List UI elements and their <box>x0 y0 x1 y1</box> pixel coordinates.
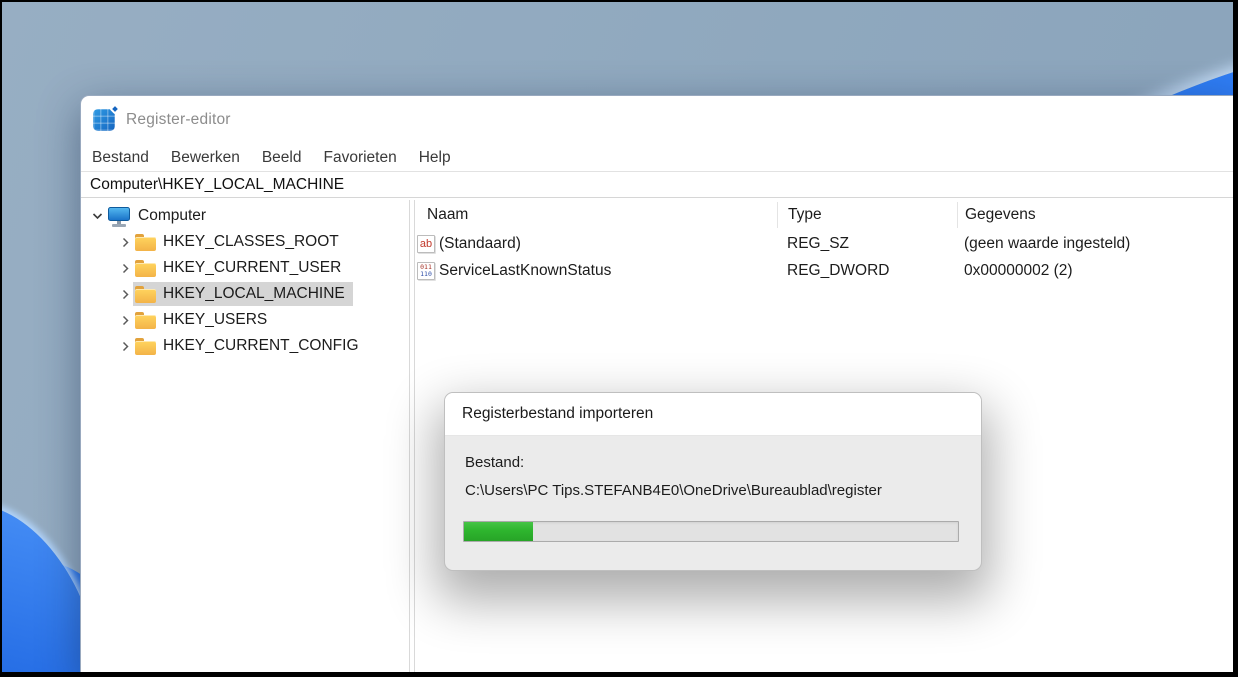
window-title: Register-editor <box>126 111 231 129</box>
dword-value-icon: 011 110 <box>417 262 435 280</box>
column-header-naam[interactable]: Naam <box>415 206 777 224</box>
tree-node-hkey-current-config[interactable]: HKEY_CURRENT_CONFIG <box>81 333 409 359</box>
dialog-title-bar[interactable]: Registerbestand importeren <box>445 393 981 436</box>
value-name: (Standaard) <box>439 235 521 253</box>
value-row-servicelastknownstatus[interactable]: 011 110 ServiceLastKnownStatus REG_DWORD… <box>415 257 1233 284</box>
tree-node-label: HKEY_LOCAL_MACHINE <box>163 285 345 303</box>
value-row-standaard[interactable]: ab (Standaard) REG_SZ (geen waarde inges… <box>415 230 1233 257</box>
tree-node-hkey-current-user[interactable]: HKEY_CURRENT_USER <box>81 255 409 281</box>
tree-node-label: HKEY_CLASSES_ROOT <box>163 233 339 251</box>
value-data: 0x00000002 (2) <box>957 258 1233 284</box>
menu-beeld[interactable]: Beeld <box>262 149 302 167</box>
registry-editor-window: Register-editor Bestand Bewerken Beeld F… <box>80 95 1233 672</box>
chevron-right-icon[interactable] <box>117 237 133 248</box>
value-data: (geen waarde ingesteld) <box>957 231 1233 257</box>
chevron-right-icon[interactable] <box>117 341 133 352</box>
tree-node-hkey-classes-root[interactable]: HKEY_CLASSES_ROOT <box>81 229 409 255</box>
list-header: Naam Type Gegevens <box>415 200 1233 230</box>
tree-node-label: Computer <box>138 207 206 225</box>
menu-favorieten[interactable]: Favorieten <box>323 149 396 167</box>
menu-bar: Bestand Bewerken Beeld Favorieten Help <box>81 144 1233 171</box>
menu-bestand[interactable]: Bestand <box>92 149 149 167</box>
tree-node-hkey-users[interactable]: HKEY_USERS <box>81 307 409 333</box>
computer-icon <box>107 206 131 227</box>
folder-icon <box>135 260 156 277</box>
tree-node-hkey-local-machine[interactable]: HKEY_LOCAL_MACHINE <box>81 281 409 307</box>
chevron-right-icon[interactable] <box>117 315 133 326</box>
folder-icon <box>135 312 156 329</box>
chevron-right-icon[interactable] <box>117 289 133 300</box>
desktop-wallpaper: Register-editor Bestand Bewerken Beeld F… <box>2 2 1233 672</box>
string-value-icon: ab <box>417 235 435 253</box>
file-label: Bestand: <box>465 454 524 471</box>
progress-bar-fill <box>464 522 533 541</box>
folder-icon <box>135 338 156 355</box>
tree-node-label: HKEY_CURRENT_USER <box>163 259 341 277</box>
value-type: REG_SZ <box>777 231 957 257</box>
file-path: C:\Users\PC Tips.STEFANB4E0\OneDrive\Bur… <box>465 482 882 499</box>
folder-icon <box>135 286 156 303</box>
column-header-gegevens[interactable]: Gegevens <box>957 202 1233 228</box>
address-path: Computer\HKEY_LOCAL_MACHINE <box>90 176 344 194</box>
import-progress-dialog: Registerbestand importeren Bestand: C:\U… <box>444 392 982 571</box>
column-header-type[interactable]: Type <box>777 202 957 228</box>
chevron-right-icon[interactable] <box>117 263 133 274</box>
chevron-down-icon[interactable] <box>89 212 105 220</box>
menu-bewerken[interactable]: Bewerken <box>171 149 240 167</box>
tree-node-label: HKEY_USERS <box>163 311 267 329</box>
sparkle-icon <box>109 103 120 114</box>
address-bar[interactable]: Computer\HKEY_LOCAL_MACHINE <box>81 171 1233 198</box>
registry-tree-pane: Computer HKEY_CLASSES_ROOT <box>81 200 409 672</box>
folder-icon <box>135 234 156 251</box>
value-name: ServiceLastKnownStatus <box>439 262 611 280</box>
tree-node-label: HKEY_CURRENT_CONFIG <box>163 337 359 355</box>
value-type: REG_DWORD <box>777 258 957 284</box>
menu-help[interactable]: Help <box>419 149 451 167</box>
progress-bar <box>463 521 959 542</box>
title-bar[interactable]: Register-editor <box>81 96 1233 144</box>
selected-tree-node[interactable]: HKEY_LOCAL_MACHINE <box>133 282 353 306</box>
regedit-app-icon <box>93 109 115 131</box>
dialog-body: Bestand: C:\Users\PC Tips.STEFANB4E0\One… <box>445 436 981 571</box>
tree-node-computer[interactable]: Computer <box>81 203 409 229</box>
dialog-title: Registerbestand importeren <box>462 405 653 423</box>
